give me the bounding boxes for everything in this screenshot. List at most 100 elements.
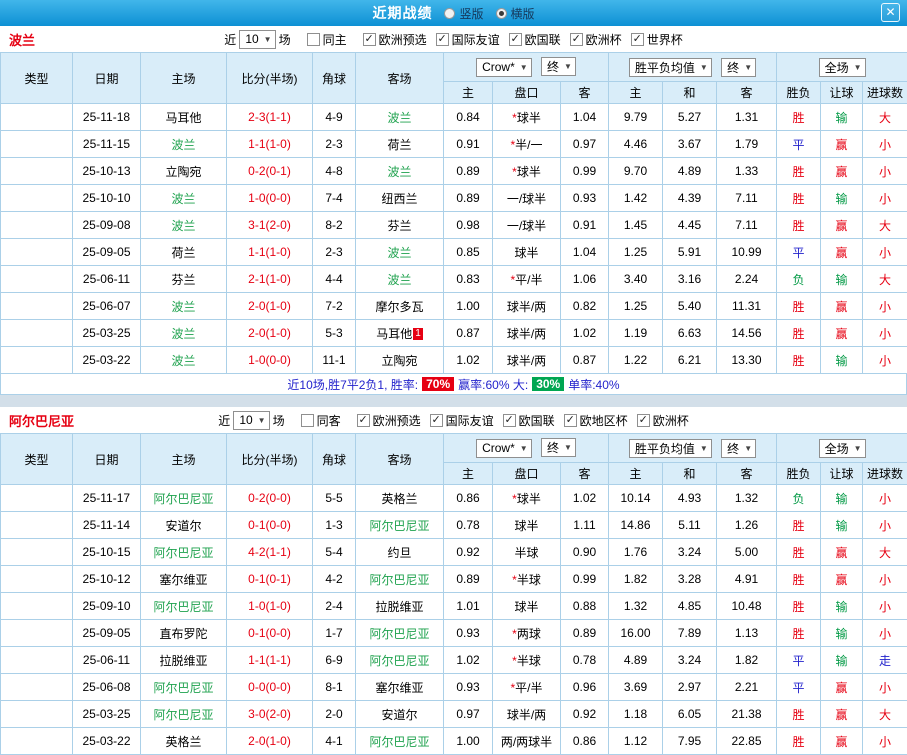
competition-filter[interactable]: ✓世界杯 <box>631 31 683 48</box>
checkbox-checked-icon[interactable]: ✓ <box>509 33 522 46</box>
home-team: 安道尔 <box>141 512 227 539</box>
chevron-down-icon: ▼ <box>744 63 752 72</box>
competition-filter[interactable]: ✓欧洲预选 <box>357 412 421 429</box>
odds-time-select[interactable]: 终▼ <box>541 57 576 76</box>
competition-label: 国际友谊 <box>452 31 500 48</box>
layout-mode-label[interactable]: 横版 <box>511 5 535 22</box>
away-team: 纽西兰 <box>356 185 444 212</box>
same-venue-label: 同客 <box>317 412 341 429</box>
handicap-outcome: 赢 <box>821 131 863 158</box>
handicap-home-odds: 1.01 <box>444 593 493 620</box>
checkbox-checked-icon[interactable]: ✓ <box>564 414 577 427</box>
sub-col-handicap-result: 让球 <box>821 463 863 485</box>
recent-count-select[interactable]: 10 ▼ <box>239 30 275 49</box>
checkbox-checked-icon[interactable]: ✓ <box>503 414 516 427</box>
layout-mode-label[interactable]: 竖版 <box>459 5 483 22</box>
match-score: 1-1(1-1) <box>227 647 313 674</box>
layout-mode-vertical[interactable]: 竖版 <box>444 5 483 22</box>
radio-selected-icon[interactable] <box>496 8 507 19</box>
competition-filter[interactable]: ✓欧洲杯 <box>570 31 622 48</box>
competition-filter[interactable]: ✓欧国联 <box>509 31 561 48</box>
handicap-home-odds: 1.00 <box>444 728 493 755</box>
match-date: 25-03-25 <box>73 320 141 347</box>
lose-odds: 1.32 <box>717 485 777 512</box>
radio-unselected-icon[interactable] <box>444 8 455 19</box>
win-odds: 3.69 <box>609 674 663 701</box>
match-date: 25-11-14 <box>73 512 141 539</box>
checkbox-checked-icon[interactable]: ✓ <box>631 33 644 46</box>
asterisk-mark: * <box>512 111 517 125</box>
result-outcome: 平 <box>777 674 821 701</box>
europe-odds-header: 胜平负均值▼ 终▼ <box>609 434 777 463</box>
away-team: 阿尔巴尼亚 <box>356 728 444 755</box>
match-score: 2-0(1-0) <box>227 728 313 755</box>
draw-odds: 2.97 <box>663 674 717 701</box>
europe-time-select[interactable]: 终▼ <box>721 58 756 77</box>
asterisk-mark: * <box>512 654 517 668</box>
handicap-line: 一/球半 <box>493 212 561 239</box>
checkbox-checked-icon[interactable]: ✓ <box>363 33 376 46</box>
checkbox-checked-icon[interactable]: ✓ <box>570 33 583 46</box>
handicap-away-odds: 0.91 <box>561 212 609 239</box>
handicap-line: *平/半 <box>493 674 561 701</box>
handicap-line: *两球 <box>493 620 561 647</box>
match-date: 25-09-10 <box>73 593 141 620</box>
odds-time-select[interactable]: 终▼ <box>541 438 576 457</box>
competition-label: 欧国联 <box>525 31 561 48</box>
layout-mode-horizontal[interactable]: 横版 <box>496 5 535 22</box>
checkbox-checked-icon[interactable]: ✓ <box>637 414 650 427</box>
sub-col-handicap: 盘口 <box>493 82 561 104</box>
draw-odds: 5.11 <box>663 512 717 539</box>
competition-filter[interactable]: ✓欧洲杯 <box>637 412 689 429</box>
handicap-outcome: 输 <box>821 485 863 512</box>
match-row: 国际友谊25-10-10波兰1-0(0-0)7-4纽西兰0.89一/球半0.93… <box>1 185 907 212</box>
checkbox-checked-icon[interactable]: ✓ <box>430 414 443 427</box>
lose-odds: 10.99 <box>717 239 777 266</box>
sub-col-win: 主 <box>609 463 663 485</box>
competition-filter[interactable]: ✓欧洲预选 <box>363 31 427 48</box>
handicap-line: 球半/两 <box>493 293 561 320</box>
europe-time-select[interactable]: 终▼ <box>721 439 756 458</box>
europe-odds-select[interactable]: 胜平负均值▼ <box>629 58 712 77</box>
checkbox-icon[interactable] <box>301 414 314 427</box>
competition-filter[interactable]: ✓国际友谊 <box>436 31 500 48</box>
away-team: 约旦 <box>356 539 444 566</box>
win-odds: 1.76 <box>609 539 663 566</box>
handicap-home-odds: 0.93 <box>444 674 493 701</box>
recent-count-select[interactable]: 10 ▼ <box>233 411 269 430</box>
scope-select[interactable]: 全场▼ <box>819 58 866 77</box>
goals-outcome: 小 <box>863 566 907 593</box>
same-venue-filter[interactable]: 同客 <box>301 412 341 429</box>
same-venue-filter[interactable]: 同主 <box>307 31 347 48</box>
match-type: 国际友谊 <box>1 620 73 647</box>
checkbox-checked-icon[interactable]: ✓ <box>436 33 449 46</box>
handicap-line: *半球 <box>493 647 561 674</box>
scope-header: 全场▼ <box>777 53 907 82</box>
match-row: 欧洲预选25-11-15波兰1-1(1-0)2-3荷兰0.91*半/一0.974… <box>1 131 907 158</box>
odds-company-select[interactable]: Crow*▼ <box>476 58 532 77</box>
odds-company-select[interactable]: Crow*▼ <box>476 439 532 458</box>
draw-odds: 5.40 <box>663 293 717 320</box>
close-button[interactable]: ✕ <box>881 3 900 22</box>
competition-label: 国际友谊 <box>446 412 494 429</box>
handicap-outcome: 赢 <box>821 728 863 755</box>
match-date: 25-10-12 <box>73 566 141 593</box>
match-row: 欧洲预选25-09-08波兰3-1(2-0)8-2芬兰0.98一/球半0.911… <box>1 212 907 239</box>
near-label: 近 <box>218 412 230 429</box>
competition-filters: ✓欧洲预选✓国际友谊✓欧国联✓欧洲杯✓世界杯 <box>354 31 683 48</box>
scope-select[interactable]: 全场▼ <box>819 439 866 458</box>
match-date: 25-09-05 <box>73 239 141 266</box>
match-date: 25-10-13 <box>73 158 141 185</box>
team-name: 波兰 <box>9 30 35 49</box>
corner-score: 5-5 <box>313 485 356 512</box>
checkbox-icon[interactable] <box>307 33 320 46</box>
checkbox-checked-icon[interactable]: ✓ <box>357 414 370 427</box>
section-divider <box>0 395 907 407</box>
away-team: 安道尔 <box>356 701 444 728</box>
competition-filter[interactable]: ✓国际友谊 <box>430 412 494 429</box>
competition-filter[interactable]: ✓欧国联 <box>503 412 555 429</box>
col-score: 比分(半场) <box>227 434 313 485</box>
europe-odds-select[interactable]: 胜平负均值▼ <box>629 439 712 458</box>
team-name: 阿尔巴尼亚 <box>9 411 74 430</box>
competition-filter[interactable]: ✓欧地区杯 <box>564 412 628 429</box>
